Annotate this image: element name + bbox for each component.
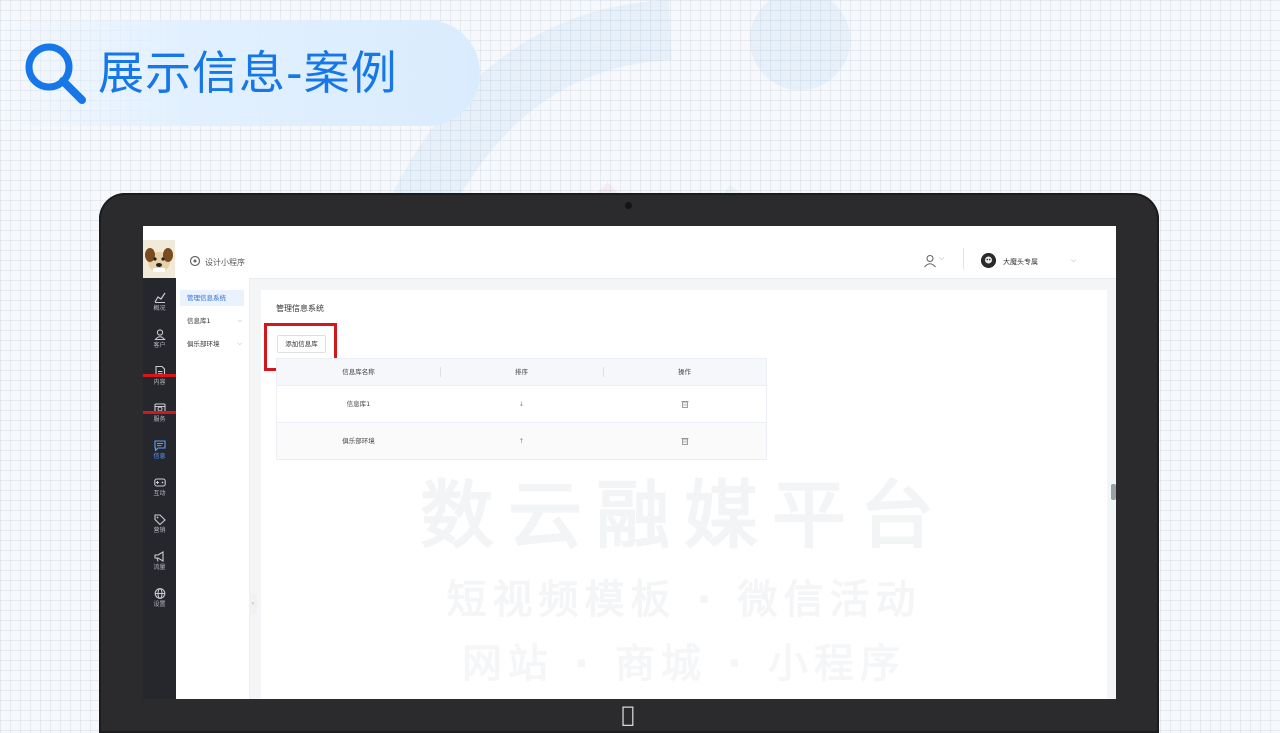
column-header-sort: 排序 (515, 368, 528, 376)
rail-label: 概况 (153, 305, 166, 312)
sort-up-icon[interactable]: ↑ (440, 423, 603, 459)
submenu-label: 管理信息系统 (187, 294, 226, 302)
rail-item-marketing[interactable]: 营销 (143, 514, 176, 546)
rail-item-overview[interactable]: 概况 (143, 292, 176, 324)
icon-rail: 概况 客户 内容 服务 信息 互动 营销 流量 设置 (143, 278, 176, 699)
rail-label: 服务 (153, 416, 166, 423)
user-name[interactable]: 大魔头专属 (1003, 257, 1038, 267)
divider (963, 248, 964, 270)
collapse-handle[interactable]: ‹ (249, 594, 257, 614)
apple-logo-icon:  (613, 703, 643, 733)
chevron-down-icon: ⌵ (237, 317, 242, 324)
camera-dot (625, 202, 632, 209)
rail-label: 客户 (153, 342, 166, 349)
content-title: 管理信息系统 (276, 304, 324, 313)
add-library-button[interactable]: 添加信息库 (277, 335, 326, 353)
rail-label: 互动 (153, 490, 166, 497)
table-row: 信息库1 ↓ (277, 385, 766, 422)
submenu-item-manage[interactable]: 管理信息系统 (180, 290, 244, 306)
trash-icon[interactable] (681, 400, 689, 408)
top-bar: 设计小程序 ⌵ 大魔头专属 ⌵ (143, 226, 1116, 279)
scrollbar-thumb[interactable] (1111, 484, 1116, 500)
app-screen: 设计小程序 ⌵ 大魔头专属 ⌵ 概况 客户 内容 服务 信息 互动 营销 流量 … (143, 226, 1116, 699)
library-name-cell: 信息库1 (346, 400, 371, 408)
column-header-action: 操作 (678, 368, 691, 376)
chevron-down-icon[interactable]: ⌵ (1071, 256, 1076, 265)
rail-item-interact[interactable]: 互动 (143, 477, 176, 509)
table-header: 信息库名称 排序 操作 (277, 359, 766, 385)
tag-icon (153, 514, 166, 525)
submenu-item-library1[interactable]: 信息库1 ⌵ (180, 313, 244, 329)
submenu-label: 信息库1 (187, 317, 211, 325)
chevron-down-icon: ⌵ (237, 340, 242, 347)
chevron-down-icon[interactable]: ⌵ (939, 254, 944, 263)
library-table: 信息库名称 排序 操作 信息库1 ↓ 俱乐部环境 ↑ (276, 358, 767, 460)
globe-icon (154, 588, 165, 599)
rail-item-info[interactable]: 信息 (143, 440, 176, 472)
rail-label: 设置 (153, 601, 166, 608)
submenu-label: 俱乐部环境 (187, 340, 220, 348)
avatar[interactable] (981, 253, 996, 268)
miniprogram-icon (189, 255, 201, 267)
page-title: 展示信息-案例 (98, 46, 398, 100)
rail-label: 流量 (153, 564, 166, 571)
library-name-cell: 俱乐部环境 (342, 437, 375, 445)
submenu-item-club[interactable]: 俱乐部环境 ⌵ (180, 336, 244, 352)
avatar-icon (981, 253, 996, 268)
app-title: 设计小程序 (205, 258, 245, 267)
delete-cell (603, 423, 766, 459)
megaphone-icon (153, 551, 164, 562)
dog-logo-icon (143, 240, 175, 278)
chart-icon (153, 292, 165, 303)
rail-item-settings[interactable]: 设置 (143, 588, 176, 620)
rail-item-traffic[interactable]: 流量 (143, 551, 176, 583)
user-icon[interactable] (923, 254, 937, 268)
column-header-name: 信息库名称 (342, 368, 375, 376)
trash-icon[interactable] (681, 437, 689, 445)
sort-down-icon[interactable]: ↓ (440, 386, 603, 422)
message-icon (153, 440, 166, 451)
rail-item-customer[interactable]: 客户 (143, 329, 176, 361)
highlight-box-info (143, 374, 180, 414)
rail-label: 营销 (153, 527, 166, 534)
delete-cell (603, 386, 766, 422)
gamepad-icon (153, 478, 166, 487)
main-content: 管理信息系统 添加信息库 信息库名称 排序 操作 信息库1 ↓ 俱乐部环境 ↑ (261, 290, 1107, 699)
user-icon (153, 329, 166, 340)
search-icon (25, 43, 86, 104)
table-row: 俱乐部环境 ↑ (277, 422, 766, 459)
rail-label: 信息 (153, 453, 166, 460)
submenu: 管理信息系统 信息库1 ⌵ 俱乐部环境 ⌵ (176, 278, 250, 699)
